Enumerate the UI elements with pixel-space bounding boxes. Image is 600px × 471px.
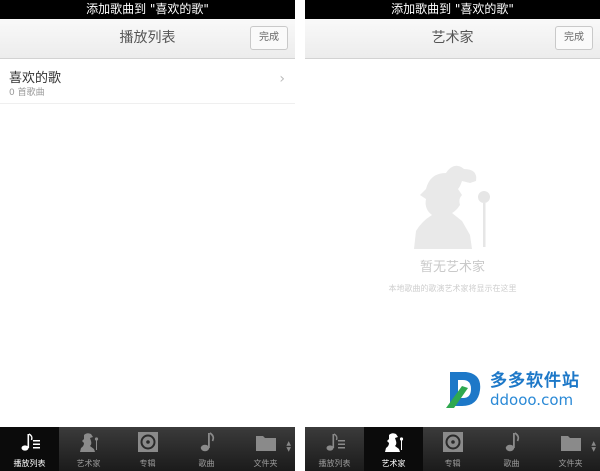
tab-label: 播放列表 [318,459,351,468]
tab-song[interactable]: 歌曲 [482,427,541,471]
tab-label: 歌曲 [198,459,215,468]
tab-label: 专辑 [444,459,461,468]
playlist-count: 0 首歌曲 [9,88,45,98]
done-button[interactable]: 完成 [555,26,593,50]
folder-icon [256,436,276,451]
nav-bar: 艺术家 完成 [305,19,600,59]
empty-artist-illustration [414,165,490,249]
tab-folder[interactable]: 文件夹 ▲ ▼ [236,427,295,471]
tab-playlist[interactable]: 播放列表 [305,427,364,471]
more-arrows-icon: ▲ ▼ [286,440,291,453]
list-item[interactable]: 喜欢的歌 0 首歌曲 › [0,59,295,104]
tab-song[interactable]: 歌曲 [177,427,236,471]
tab-playlist[interactable]: 播放列表 [0,427,59,471]
nav-bar: 播放列表 完成 [0,19,295,59]
playlist-list: 喜欢的歌 0 首歌曲 › [0,59,295,427]
tab-bar: 播放列表 艺术家 专辑 歌曲 文件夹 ▲ ▼ [0,427,295,471]
artist-icon [385,433,404,452]
watermark: 多多软件站 ddooo.com [446,364,596,414]
left-screen: 添加歌曲到 "喜欢的歌" 播放列表 完成 喜欢的歌 0 首歌曲 › 播放列表 艺… [0,0,295,471]
tab-label: 艺术家 [76,459,101,468]
ddooo-logo-icon [446,372,481,408]
chevron-right-icon: › [279,71,285,87]
tab-label: 文件夹 [253,459,278,468]
tab-folder[interactable]: 文件夹 ▲ ▼ [541,427,600,471]
tab-label: 文件夹 [558,459,583,468]
playlist-icon [326,433,345,451]
status-bar: 添加歌曲到 "喜欢的歌" [305,0,600,19]
tab-album[interactable]: 专辑 [118,427,177,471]
album-icon [138,432,158,452]
tab-label: 歌曲 [503,459,520,468]
album-icon [443,432,463,452]
status-bar: 添加歌曲到 "喜欢的歌" [0,0,295,19]
playlist-icon [21,433,40,451]
artist-icon [80,433,99,452]
playlist-title: 喜欢的歌 [9,71,62,86]
song-icon [505,432,520,452]
tab-bar: 播放列表 艺术家 专辑 歌曲 文件夹 ▲ ▼ [305,427,600,471]
watermark-url: ddooo.com [490,391,574,409]
song-icon [200,432,215,452]
screen-divider [295,0,305,471]
tab-label: 播放列表 [13,459,46,468]
empty-state-description: 本地歌曲的歌演艺术家将显示在这里 [388,284,517,293]
tab-artist[interactable]: 艺术家 [59,427,118,471]
watermark-title: 多多软件站 [490,371,580,391]
tab-artist[interactable]: 艺术家 [364,427,423,471]
tab-label: 艺术家 [381,459,406,468]
folder-icon [561,436,581,451]
more-arrows-icon: ▲ ▼ [591,440,596,453]
empty-state-title: 暂无艺术家 [419,260,485,275]
done-button[interactable]: 完成 [250,26,288,50]
tab-album[interactable]: 专辑 [423,427,482,471]
tab-label: 专辑 [139,459,156,468]
